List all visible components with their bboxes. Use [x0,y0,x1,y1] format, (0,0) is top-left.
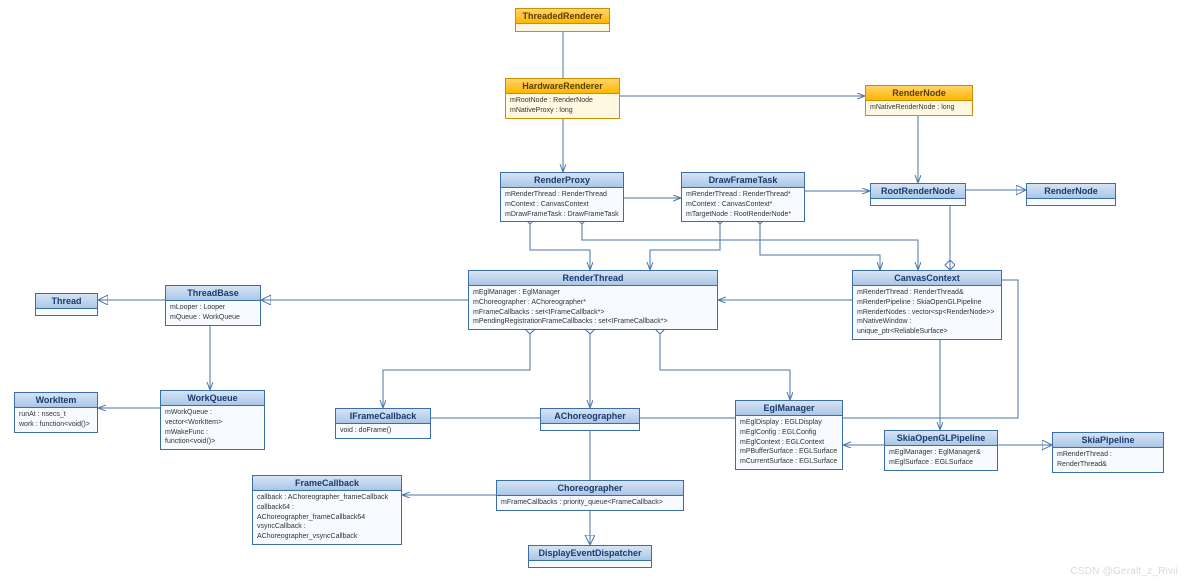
class-title: RenderProxy [501,173,623,188]
class-render-node-2: RenderNode [1026,183,1116,206]
class-threaded-renderer: ThreadedRenderer [515,8,610,32]
class-title: WorkQueue [161,391,264,406]
class-iframe-callback: IFrameCallback void : doFrame() [335,408,431,439]
class-render-proxy: RenderProxy mRenderThread : RenderThread… [500,172,624,222]
class-title: Choreographer [497,481,683,496]
class-title: FrameCallback [253,476,401,491]
class-title: WorkItem [15,393,97,408]
class-root-render-node: RootRenderNode [870,183,966,206]
class-a-choreographer: AChoreographer [540,408,640,431]
class-thread: Thread [35,293,98,316]
class-title: AChoreographer [541,409,639,424]
class-title: ThreadedRenderer [516,9,609,24]
class-canvas-context: CanvasContext mRenderThread : RenderThre… [852,270,1002,340]
class-choreographer: Choreographer mFrameCallbacks : priority… [496,480,684,511]
class-hardware-renderer: HardwareRenderer mRootNode : RenderNode … [505,78,620,119]
class-title: ThreadBase [166,286,260,301]
class-work-queue: WorkQueue mWorkQueue : vector<WorkItem> … [160,390,265,450]
class-title: SkiaOpenGLPipeline [885,431,997,446]
class-title: IFrameCallback [336,409,430,424]
class-work-item: WorkItem runAt : nsecs_t work : function… [14,392,98,433]
class-skia-pipeline: SkiaPipeline mRenderThread : RenderThrea… [1052,432,1164,473]
class-title: RenderNode [866,86,972,101]
class-display-event-dispatcher: DisplayEventDispatcher [528,545,652,568]
class-title: RootRenderNode [871,184,965,199]
class-title: RenderThread [469,271,717,286]
class-title: DisplayEventDispatcher [529,546,651,561]
class-frame-callback: FrameCallback callback : AChoreographer_… [252,475,402,545]
class-title: HardwareRenderer [506,79,619,94]
class-draw-frame-task: DrawFrameTask mRenderThread : RenderThre… [681,172,805,222]
class-egl-manager: EglManager mEglDisplay : EGLDisplay mEgl… [735,400,843,470]
class-title: RenderNode [1027,184,1115,199]
watermark: CSDN @Geralt_z_Rivii [1070,566,1178,577]
class-title: EglManager [736,401,842,416]
class-title: SkiaPipeline [1053,433,1163,448]
class-title: DrawFrameTask [682,173,804,188]
class-title: CanvasContext [853,271,1001,286]
class-thread-base: ThreadBase mLooper : Looper mQueue : Wor… [165,285,261,326]
class-skia-opengl-pipeline: SkiaOpenGLPipeline mEglManager : EglMana… [884,430,998,471]
class-render-thread: RenderThread mEglManager : EglManager mC… [468,270,718,330]
class-render-node-1: RenderNode mNativeRenderNode : long [865,85,973,116]
class-title: Thread [36,294,97,309]
